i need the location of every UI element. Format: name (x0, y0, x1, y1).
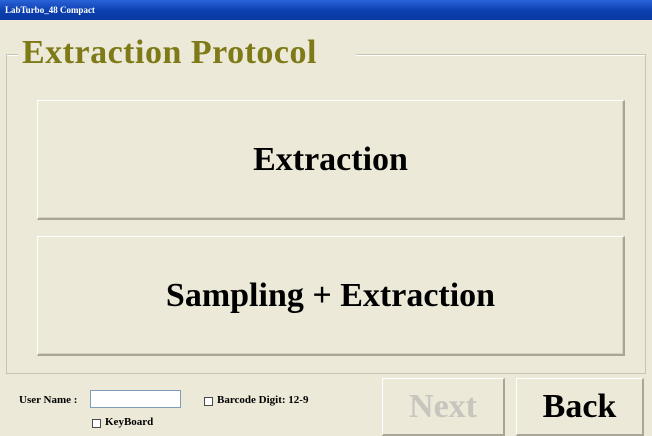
extraction-button-label: Extraction (253, 140, 408, 178)
window-title: LabTurbo_48 Compact (5, 5, 95, 15)
sampling-extraction-button-label: Sampling + Extraction (165, 276, 496, 314)
barcode-digit-checkbox[interactable] (204, 397, 213, 406)
next-button-label: Next (409, 387, 477, 425)
barcode-digit-label: Barcode Digit: 12-9 (217, 394, 309, 406)
next-button[interactable]: Next (382, 378, 505, 436)
extraction-button[interactable]: Extraction (37, 100, 625, 220)
back-button-label: Back (542, 387, 617, 425)
window-title-bar: LabTurbo_48 Compact (0, 0, 652, 20)
page-title: Extraction Protocol (18, 34, 321, 72)
keyboard-label: KeyBoard (105, 416, 154, 428)
sampling-extraction-button[interactable]: Sampling + Extraction (37, 236, 625, 356)
keyboard-checkbox[interactable] (92, 419, 101, 428)
user-name-label: User Name : (19, 394, 78, 406)
back-button[interactable]: Back (516, 378, 644, 436)
user-name-input[interactable] (90, 390, 181, 408)
